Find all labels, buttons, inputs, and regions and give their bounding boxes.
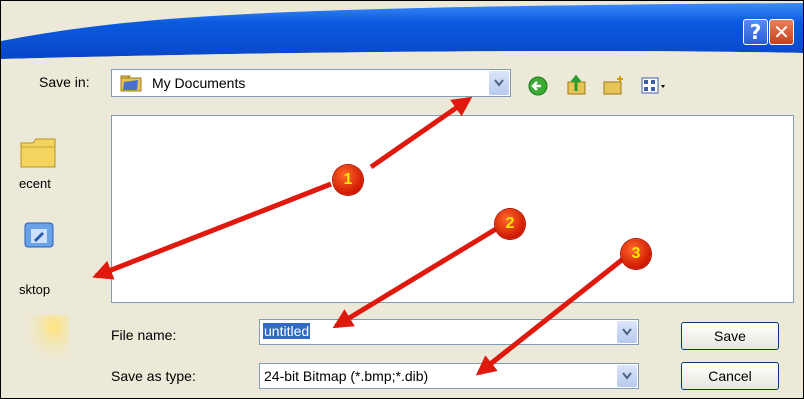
- help-button[interactable]: ?: [743, 19, 768, 45]
- places-bar: ecent sktop: [1, 101, 91, 398]
- save-as-type-label: Save as type:: [111, 368, 196, 384]
- file-name-label: File name:: [111, 327, 177, 343]
- new-folder-icon[interactable]: [602, 74, 626, 96]
- save-as-type-dropdown[interactable]: 24-bit Bitmap (*.bmp;*.dib): [259, 363, 639, 389]
- close-button[interactable]: ✕: [769, 19, 794, 45]
- places-item-desktop[interactable]: sktop: [19, 282, 50, 297]
- file-name-value: untitled: [263, 323, 311, 339]
- file-name-combo[interactable]: untitled: [259, 319, 639, 345]
- chevron-down-icon: [622, 328, 632, 336]
- recent-folder-icon[interactable]: [19, 135, 59, 171]
- title-bar-background: [1, 1, 803, 59]
- title-bar[interactable]: ? ✕: [1, 1, 803, 59]
- my-documents-place-icon[interactable]: [19, 315, 69, 375]
- save-in-label: Save in:: [39, 74, 90, 90]
- chevron-down-icon: [622, 372, 632, 380]
- folder-documents-icon: [120, 75, 142, 92]
- back-icon[interactable]: [528, 76, 548, 96]
- file-name-field[interactable]: untitled: [263, 323, 311, 339]
- views-menu-icon[interactable]: [641, 76, 667, 96]
- desktop-icon[interactable]: [21, 219, 61, 259]
- callout-2: 2: [495, 209, 525, 239]
- chevron-down-icon: [494, 79, 504, 87]
- up-folder-icon[interactable]: [566, 74, 588, 96]
- save-button[interactable]: Save: [681, 322, 779, 350]
- save-as-type-value: 24-bit Bitmap (*.bmp;*.dib): [264, 368, 429, 384]
- callout-1: 1: [333, 165, 363, 195]
- save-dialog: ? ✕ Save in: My Documents ecent sktop Fi…: [0, 0, 804, 399]
- file-name-dropdown-button[interactable]: [617, 321, 637, 343]
- save-in-dropdown-button[interactable]: [489, 71, 509, 95]
- callout-3: 3: [621, 239, 651, 269]
- save-in-value: My Documents: [152, 75, 246, 91]
- cancel-button[interactable]: Cancel: [681, 362, 779, 390]
- save-as-type-dropdown-button[interactable]: [617, 365, 637, 387]
- file-list-view[interactable]: [111, 115, 794, 303]
- save-in-dropdown[interactable]: My Documents: [111, 69, 511, 97]
- places-item-recent[interactable]: ecent: [19, 176, 51, 191]
